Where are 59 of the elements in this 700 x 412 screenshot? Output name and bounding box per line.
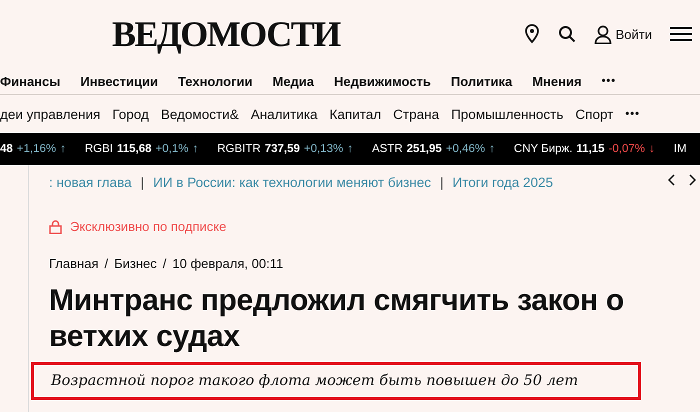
user-icon: [594, 24, 612, 44]
menu-icon[interactable]: [670, 26, 692, 42]
nav-link[interactable]: Мнения: [532, 74, 582, 88]
subscription-label: Эксклюзивно по подписке: [70, 219, 226, 234]
ticker-label: IM: [674, 143, 687, 155]
breadcrumb-link[interactable]: Главная: [49, 256, 98, 271]
chevron-left-icon[interactable]: [668, 174, 675, 186]
logo[interactable]: ВЕДОМОСТИ: [112, 13, 340, 55]
login-button[interactable]: Войти: [594, 24, 652, 44]
topic-link[interactable]: : новая глава: [49, 174, 132, 190]
trend-arrow: ↑: [347, 143, 353, 155]
ticker-change: +0,1%: [156, 143, 188, 155]
article-title: Минтранс предложил смягчить закон о ветхих судах: [49, 283, 625, 355]
section-link[interactable]: Страна: [393, 106, 440, 122]
article-subtitle: Возрастной порог такого флота может быть повышен до 50 лет: [31, 362, 641, 400]
search-icon[interactable]: [558, 25, 576, 43]
breadcrumb-separator: /: [162, 256, 166, 271]
ticker-label: CNY Бирж.: [514, 143, 572, 155]
nav-link[interactable]: Политика: [450, 74, 512, 88]
nav-link[interactable]: Технологии: [178, 74, 252, 88]
section-link[interactable]: Промышленность: [451, 106, 564, 122]
ticker-value: 115,68: [117, 143, 152, 155]
trend-arrow: ↓: [649, 143, 655, 155]
section-link[interactable]: Капитал: [330, 106, 382, 122]
ticker-change: +1,16%: [16, 143, 56, 155]
breadcrumb-link[interactable]: Бизнес: [114, 256, 157, 271]
section-link[interactable]: Аналитика: [250, 106, 318, 122]
ticker-value: 251,95: [406, 143, 442, 155]
ticker-change: -0,07%: [608, 143, 646, 155]
more-button[interactable]: •••: [602, 75, 616, 87]
section-link[interactable]: Город: [112, 106, 149, 122]
section-link[interactable]: деи управления: [0, 106, 100, 122]
nav-link[interactable]: Недвижимость: [334, 74, 431, 88]
ticker-change: +0,13%: [304, 143, 344, 155]
topic-link[interactable]: ИИ в России: как технологии меняют бизнес: [153, 174, 432, 190]
ticker-value: 48: [0, 143, 13, 155]
breadcrumb-separator: /: [104, 256, 108, 271]
ticker-value: 737,59: [264, 143, 300, 155]
publish-date: 10 февраля, 00:11: [172, 256, 284, 271]
topic-link[interactable]: Итоги года 2025: [452, 174, 554, 190]
trend-arrow: ↑: [489, 143, 495, 155]
ticker-label: RGBI: [84, 143, 113, 155]
more-button[interactable]: •••: [625, 108, 640, 120]
ticker-change: +0,46%: [446, 143, 486, 155]
trend-arrow: ↑: [192, 143, 198, 155]
lock-icon: [49, 220, 62, 234]
chevron-right-icon[interactable]: [689, 174, 696, 186]
nav-link[interactable]: Финансы: [0, 74, 60, 88]
separator: |: [440, 174, 444, 190]
ticker-label: RGBITR: [217, 143, 261, 155]
ticker-value: 11,15: [576, 143, 605, 155]
ticker-label: ASTR: [372, 143, 403, 155]
nav-link[interactable]: Медиа: [272, 74, 314, 88]
location-pin-icon[interactable]: [524, 24, 540, 44]
section-link[interactable]: Ведомости&: [160, 106, 239, 122]
section-link[interactable]: Спорт: [575, 106, 614, 122]
nav-link[interactable]: Инвестиции: [80, 74, 158, 88]
trend-arrow: ↑: [60, 143, 66, 155]
separator: |: [140, 174, 144, 190]
